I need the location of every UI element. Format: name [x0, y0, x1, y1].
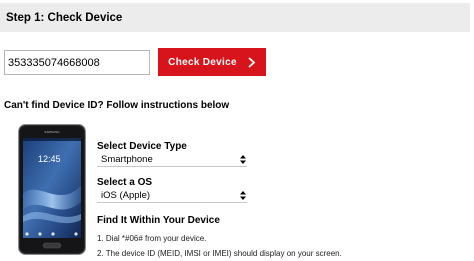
device-type-label: Select Device Type: [97, 141, 187, 152]
instruction-step-2: 2. The device ID (MEID, IMSI or IMEI) sh…: [97, 249, 342, 258]
os-value: iOS (Apple): [101, 190, 151, 201]
phone-image: 12:45 SAMSUNG: [18, 124, 86, 255]
phone-clock: 12:45: [38, 154, 61, 164]
device-type-select[interactable]: Smartphone: [97, 153, 247, 167]
step-title: Step 1: Check Device: [6, 11, 123, 24]
chevron-right-icon: [248, 56, 256, 68]
os-select[interactable]: iOS (Apple): [97, 189, 247, 203]
device-id-input[interactable]: [4, 50, 150, 75]
instruction-step-1: 1. Dial *#06# from your device.: [97, 234, 207, 243]
check-device-button[interactable]: Check Device: [158, 48, 266, 76]
instructions-heading: Can't find Device ID? Follow instruction…: [4, 100, 230, 111]
step-header: Step 1: Check Device: [0, 3, 470, 32]
device-type-value: Smartphone: [101, 154, 153, 165]
updown-arrows-icon: [240, 191, 246, 200]
phone-brand: SAMSUNG: [44, 130, 60, 134]
find-heading: Find It Within Your Device: [97, 215, 220, 226]
updown-arrows-icon: [240, 155, 246, 164]
os-label: Select a OS: [97, 177, 153, 188]
check-device-button-label: Check Device: [168, 56, 237, 68]
